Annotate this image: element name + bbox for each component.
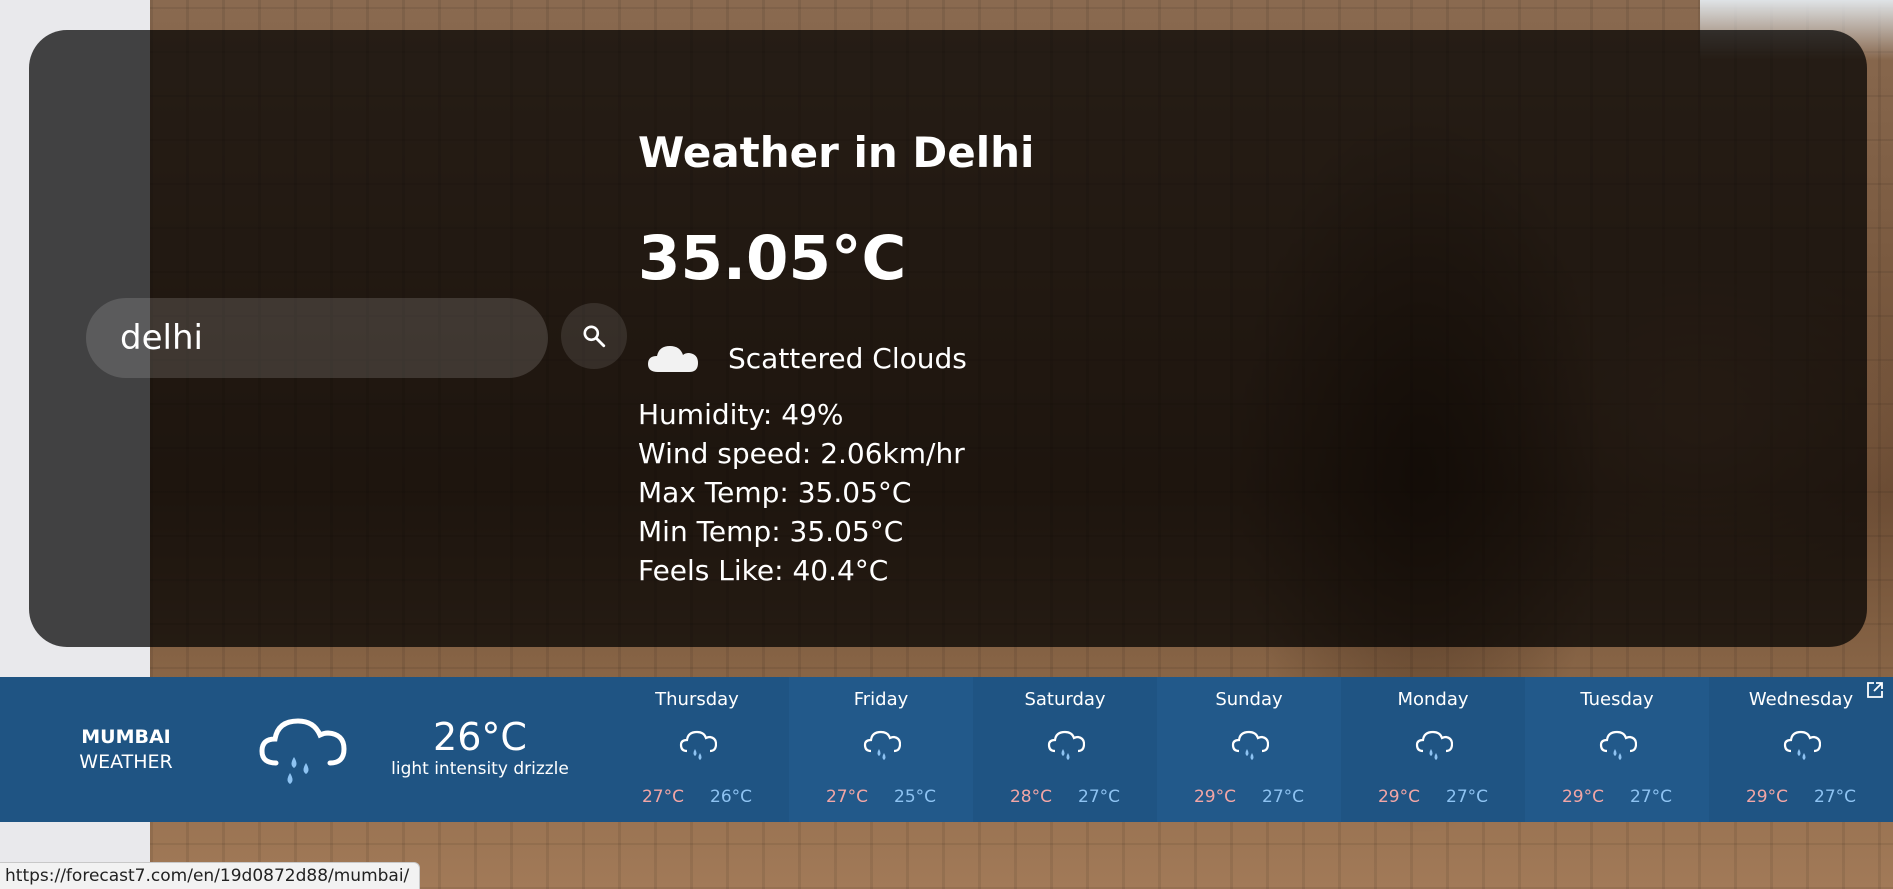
widget-current: 26°C light intensity drizzle (390, 715, 570, 779)
day-name: Monday (1397, 689, 1469, 710)
day-low: 27°C (1814, 787, 1857, 807)
humidity-text: Humidity: 49% (638, 398, 844, 431)
search-button[interactable] (561, 303, 627, 369)
rain-cloud-icon (1599, 730, 1637, 760)
external-link-icon[interactable] (1865, 680, 1885, 700)
cloud-icon (648, 346, 698, 372)
forecast-day: Tuesday 29°C 27°C (1525, 677, 1709, 822)
rain-cloud-icon (863, 730, 901, 760)
rain-cloud-icon (679, 730, 717, 760)
rain-cloud-icon (1783, 730, 1821, 760)
forecast-day: Sunday 29°C 27°C (1157, 677, 1341, 822)
weather-details: Humidity: 49% Wind speed: 2.06km/hr Max … (638, 395, 965, 590)
day-high: 27°C (641, 787, 684, 807)
weather-description-row: Scattered Clouds (646, 338, 967, 378)
day-name: Tuesday (1580, 689, 1654, 710)
search-icon (583, 325, 606, 348)
forecast-widget[interactable]: MUMBAI WEATHER 26°C light intensity driz… (0, 677, 1893, 822)
widget-city-subtitle: WEATHER (79, 751, 173, 773)
day-temps: 27°C 26°C (605, 787, 789, 807)
search-bar[interactable] (86, 298, 548, 378)
forecast-day: Friday 27°C 25°C (789, 677, 973, 822)
weather-title: Weather in Delhi (638, 128, 1035, 177)
day-temps: 29°C 27°C (1709, 787, 1893, 807)
day-name: Sunday (1215, 689, 1283, 710)
forecast-day: Saturday 28°C 27°C (973, 677, 1157, 822)
min-temp-text: Min Temp: 35.05°C (638, 515, 904, 548)
rain-cloud-icon (1231, 730, 1269, 760)
wind-speed-text: Wind speed: 2.06km/hr (638, 437, 965, 470)
widget-city-label: MUMBAI WEATHER (60, 725, 192, 775)
day-high: 29°C (1193, 787, 1236, 807)
day-high: 28°C (1009, 787, 1052, 807)
day-low: 26°C (710, 787, 753, 807)
day-temps: 28°C 27°C (973, 787, 1157, 807)
rain-cloud-icon (259, 718, 347, 784)
day-low: 27°C (1078, 787, 1121, 807)
day-high: 29°C (1745, 787, 1788, 807)
day-temps: 29°C 27°C (1525, 787, 1709, 807)
day-temps: 29°C 27°C (1157, 787, 1341, 807)
forecast-day: Thursday 27°C 26°C (605, 677, 789, 822)
forecast-days: Thursday 27°C 26°C Friday 27°C 25°C Saturd… (605, 677, 1893, 822)
day-temps: 29°C 27°C (1341, 787, 1525, 807)
day-low: 25°C (894, 787, 937, 807)
widget-current-desc: light intensity drizzle (391, 759, 569, 779)
widget-current-temp: 26°C (433, 715, 527, 759)
day-low: 27°C (1446, 787, 1489, 807)
day-high: 29°C (1561, 787, 1604, 807)
rain-cloud-icon (1047, 730, 1085, 760)
search-input[interactable] (120, 318, 520, 358)
day-high: 27°C (825, 787, 868, 807)
day-high: 29°C (1377, 787, 1420, 807)
rain-cloud-icon (1415, 730, 1453, 760)
forecast-day: Monday 29°C 27°C (1341, 677, 1525, 822)
day-name: Thursday (655, 689, 739, 710)
day-low: 27°C (1262, 787, 1305, 807)
current-temperature: 35.05°C (638, 223, 907, 294)
status-bar-url: https://forecast7.com/en/19d0872d88/mumb… (0, 862, 421, 889)
day-low: 27°C (1630, 787, 1673, 807)
widget-city-name: MUMBAI (81, 726, 171, 748)
weather-description: Scattered Clouds (728, 341, 967, 375)
max-temp-text: Max Temp: 35.05°C (638, 476, 912, 509)
day-name: Friday (853, 689, 909, 710)
day-temps: 27°C 25°C (789, 787, 973, 807)
day-name: Saturday (1024, 689, 1106, 710)
feels-like-text: Feels Like: 40.4°C (638, 554, 889, 587)
